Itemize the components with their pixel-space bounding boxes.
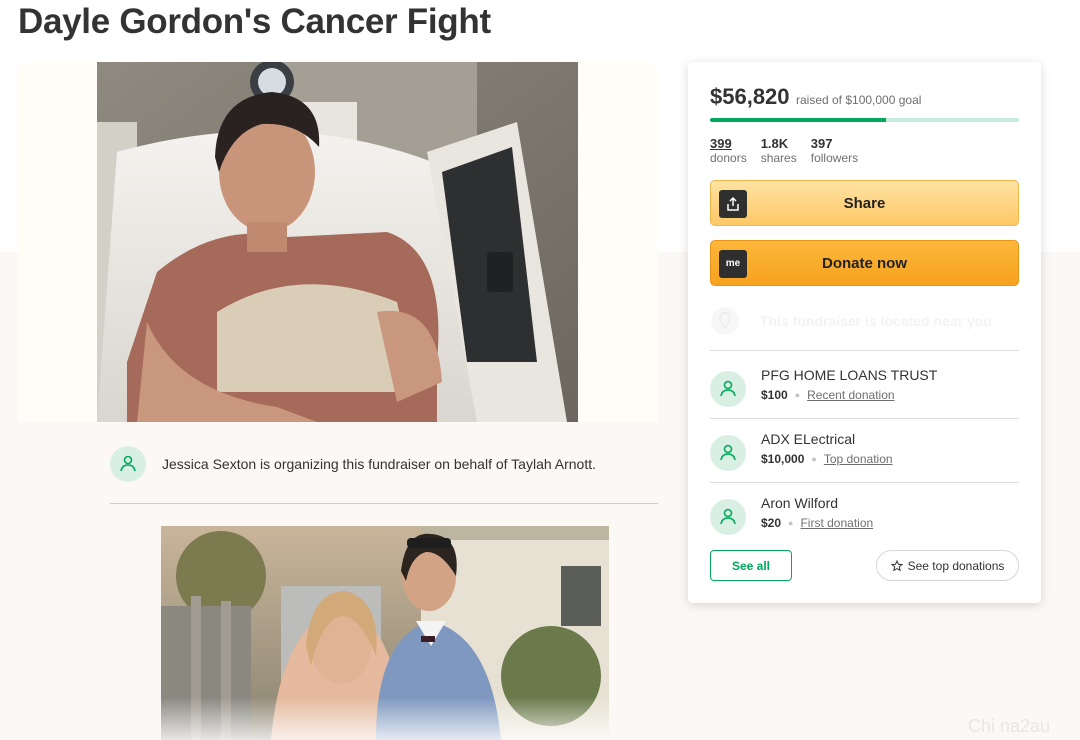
donation-item: PFG HOME LOANS TRUST $100 ● Recent donatio… xyxy=(710,367,1019,411)
donation-tag-link[interactable]: First donation xyxy=(800,516,873,530)
divider xyxy=(710,482,1019,483)
couple-photo-illustration xyxy=(161,526,609,740)
goal-text: raised of $100,000 goal xyxy=(795,93,922,107)
hand-heart-icon xyxy=(120,455,136,472)
donation-item: ADX ELectrical $10,000 ● Top donation xyxy=(710,431,1019,475)
stat-donors[interactable]: 399 donors xyxy=(710,136,747,166)
donor-meta: $100 ● Recent donation xyxy=(761,388,895,402)
donation-amount: $20 xyxy=(761,516,782,530)
stat-shares: 1.8K shares xyxy=(761,136,797,166)
stat-label: donors xyxy=(710,151,747,165)
divider xyxy=(110,503,658,504)
donation-tag-link[interactable]: Top donation xyxy=(824,452,893,466)
donor-name: ADX ELectrical xyxy=(761,431,856,447)
donor-avatar xyxy=(710,371,746,407)
progress-bar xyxy=(710,118,1019,122)
star-icon xyxy=(890,559,903,571)
donate-label: Donate now xyxy=(822,254,907,272)
organizer-text: Jessica Sexton is organizing this fundra… xyxy=(162,456,596,472)
donor-name: Aron Wilford xyxy=(761,495,839,511)
hospital-photo-illustration xyxy=(97,62,578,422)
donation-amount: $10,000 xyxy=(761,452,805,466)
donation-tag-link[interactable]: Recent donation xyxy=(807,388,894,402)
see-top-label: See top donations xyxy=(907,558,1005,573)
organizer-avatar xyxy=(110,446,146,482)
map-pin-icon xyxy=(711,307,739,335)
upload-icon xyxy=(719,190,747,218)
raised-amount: $56,820 xyxy=(710,84,790,109)
gofundme-logo-icon: me xyxy=(719,250,747,278)
donor-name: PFG HOME LOANS TRUST xyxy=(761,367,938,383)
donor-avatar xyxy=(710,435,746,471)
stats-row: 399 donors 1.8K shares 397 followers xyxy=(710,136,872,166)
separator-dot: ● xyxy=(788,518,794,528)
donation-amount: $100 xyxy=(761,388,788,402)
story-photo[interactable] xyxy=(161,526,609,740)
donor-avatar xyxy=(710,499,746,535)
donor-meta: $20 ● First donation xyxy=(761,516,873,530)
donation-card: $56,820 raised of $100,000 goal 399 dono… xyxy=(688,62,1041,603)
stat-label: shares xyxy=(760,151,797,165)
stat-label: followers xyxy=(810,151,859,165)
divider xyxy=(710,418,1019,419)
hand-heart-icon xyxy=(720,380,736,397)
donation-item: Aron Wilford $20 ● First donation xyxy=(710,495,1019,539)
page-title: Dayle Gordon's Cancer Fight xyxy=(18,2,491,41)
share-label: Share xyxy=(843,194,886,212)
divider xyxy=(710,350,1019,351)
donor-meta: $10,000 ● Top donation xyxy=(761,452,893,466)
stat-value: 1.8K xyxy=(760,136,789,151)
donate-now-button[interactable]: me Donate now xyxy=(710,240,1019,286)
see-top-donations-button[interactable]: See top donations xyxy=(876,550,1019,581)
hand-heart-icon xyxy=(720,444,736,461)
hand-heart-icon xyxy=(720,508,736,525)
location-notice: This fundraiser is located near you xyxy=(710,306,992,336)
stat-value: 399 xyxy=(710,136,732,151)
organizer-row: Jessica Sexton is organizing this fundra… xyxy=(110,444,658,484)
separator-dot: ● xyxy=(794,390,801,400)
stat-followers: 397 followers xyxy=(811,136,858,166)
stat-value: 397 xyxy=(810,136,833,151)
logo-text: me xyxy=(725,258,741,269)
progress-fill xyxy=(710,118,886,122)
location-text: This fundraiser is located near you xyxy=(760,313,992,329)
share-button[interactable]: Share xyxy=(710,180,1019,226)
watermark: Chi na2au xyxy=(968,716,1051,736)
separator-dot: ● xyxy=(811,454,817,464)
raised-summary: $56,820 raised of $100,000 goal xyxy=(710,84,921,110)
hero-photo[interactable] xyxy=(97,62,578,422)
see-all-button[interactable]: See all xyxy=(710,550,792,581)
